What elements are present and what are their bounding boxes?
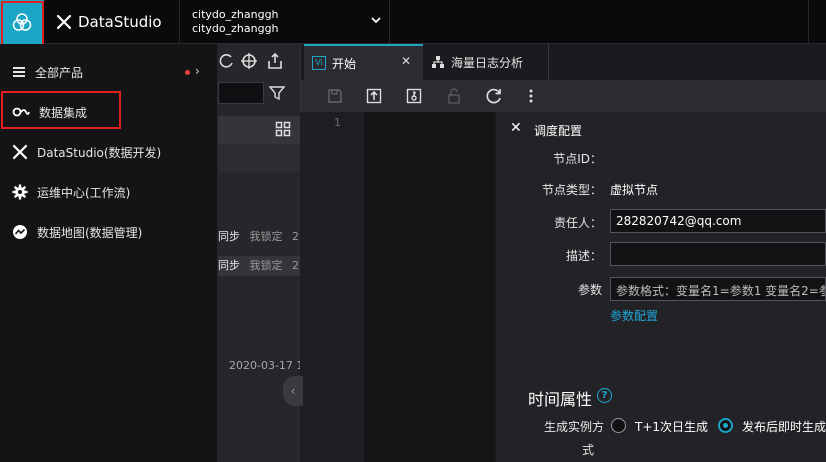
list-item[interactable]: 同步 我锁定 2 xyxy=(218,256,300,276)
radio-next-day[interactable] xyxy=(611,418,626,433)
radio-immediate-label[interactable]: 发布后即时生成 xyxy=(742,418,826,435)
lock-button[interactable] xyxy=(444,86,464,106)
menu-item-datastudio[interactable]: DataStudio(数据开发) xyxy=(0,132,218,172)
node-type-label: 节点类型： xyxy=(541,183,602,197)
map-icon xyxy=(13,225,27,239)
close-icon[interactable]: ✕ xyxy=(401,54,411,68)
sync-status: 同步 xyxy=(218,230,240,243)
more-vertical-icon xyxy=(529,89,533,103)
import-icon[interactable] xyxy=(266,52,284,70)
description-label: 描述： xyxy=(565,249,602,263)
list-item-tail: 2 xyxy=(292,259,299,272)
time-attributes-title: 时间属性 xyxy=(528,390,593,409)
reload-button[interactable] xyxy=(484,86,504,106)
list-item-tail: 2 xyxy=(292,230,299,243)
owner-label: 责任人： xyxy=(553,216,602,230)
save-icon xyxy=(328,89,342,103)
gear-icon xyxy=(12,184,28,200)
code-area[interactable] xyxy=(364,112,494,462)
lock-status: 我锁定 xyxy=(249,259,283,272)
instance-gen-label-cont: 式 xyxy=(581,443,594,457)
brand[interactable]: DataStudio xyxy=(44,0,180,44)
workspace-name: citydo_zhanggh xyxy=(192,8,279,21)
divider xyxy=(808,0,809,44)
locate-icon[interactable] xyxy=(240,52,258,70)
timestamp: 2020-03-17 13 xyxy=(229,359,300,372)
param-config-link[interactable]: 参数配置 xyxy=(610,307,658,324)
tab-label: 开始 xyxy=(332,56,357,71)
help-icon[interactable]: ? xyxy=(597,388,612,403)
line-number: 1 xyxy=(334,116,341,129)
submit-icon xyxy=(366,88,382,104)
tools-icon xyxy=(56,14,72,30)
menu-item-label: 数据地图(数据管理) xyxy=(37,225,143,240)
save-button[interactable] xyxy=(325,86,345,106)
sidebar-search-input[interactable] xyxy=(218,82,264,104)
brand-name: DataStudio xyxy=(78,13,162,31)
collapse-handle[interactable]: ‹ xyxy=(283,376,303,406)
submit-button[interactable] xyxy=(364,86,384,106)
list-item[interactable]: 同步 我锁定 2 xyxy=(218,228,300,244)
params-label: 参数 xyxy=(577,283,602,297)
workspace-selector[interactable]: citydo_zhanggh citydo_zhanggh xyxy=(180,0,390,44)
chevron-down-icon[interactable] xyxy=(370,14,382,26)
node-type-value: 虚拟节点 xyxy=(610,183,659,197)
refresh-icon[interactable] xyxy=(218,52,234,70)
owner-input[interactable]: 282820742@qq.com xyxy=(610,209,826,233)
sidebar-toolbar xyxy=(218,50,300,74)
node-id-label: 节点ID： xyxy=(553,152,602,166)
radio-next-day-label[interactable]: T+1次日生成 xyxy=(635,418,708,435)
menu-item-data-integration[interactable]: 数据集成 xyxy=(0,92,218,132)
workspace-id: citydo_zhanggh xyxy=(192,22,279,35)
sidebar-selected-row[interactable] xyxy=(218,144,300,172)
menu-item-data-map[interactable]: 数据地图(数据管理) xyxy=(0,212,218,252)
params-input[interactable]: 参数格式：变量名1=参数1 变量名2=参数 xyxy=(610,277,826,301)
key-icon xyxy=(406,88,422,104)
menu-item-ops-center[interactable]: 运维中心(工作流) xyxy=(0,172,218,212)
panel-title: 调度配置 xyxy=(534,124,583,138)
more-button[interactable] xyxy=(521,86,541,106)
reload-icon xyxy=(486,88,501,104)
filter-icon[interactable] xyxy=(268,84,286,102)
menu-item-label: 数据集成 xyxy=(39,105,88,120)
menu-item-label: DataStudio(数据开发) xyxy=(37,145,162,160)
editor-gutter xyxy=(304,112,364,462)
steal-lock-button[interactable] xyxy=(404,86,424,106)
notification-dot xyxy=(185,70,190,75)
product-menu-button[interactable] xyxy=(0,0,44,44)
aliyun-logo-icon xyxy=(12,13,32,31)
tab-log-analysis[interactable]: 海量日志分析 xyxy=(423,44,549,80)
instance-gen-label: 生成实例方 xyxy=(543,420,604,434)
lock-icon xyxy=(448,88,460,104)
workflow-icon xyxy=(432,56,444,68)
chevron-right-icon: › xyxy=(195,64,200,78)
link-loop-icon xyxy=(12,107,30,117)
chevron-left-icon: ‹ xyxy=(290,384,296,398)
menu-item-label: 运维中心(工作流) xyxy=(37,185,131,200)
virtual-node-icon: Vi xyxy=(312,56,326,70)
description-input[interactable] xyxy=(610,242,826,266)
lock-status: 我锁定 xyxy=(249,230,283,243)
hamburger-icon xyxy=(13,67,25,77)
tools-icon xyxy=(12,144,28,160)
sync-status: 同步 xyxy=(218,259,240,272)
radio-immediate[interactable] xyxy=(718,418,733,433)
grid-view-icon[interactable] xyxy=(275,121,291,137)
product-dropdown-menu: 全部产品 数据集成 DataStudio(数据开发) 运维中心(工作流) 数据地… xyxy=(0,44,218,462)
tab-label: 海量日志分析 xyxy=(451,55,524,70)
menu-item-label: 全部产品 xyxy=(35,65,84,80)
close-icon[interactable]: ✕ xyxy=(510,120,522,136)
